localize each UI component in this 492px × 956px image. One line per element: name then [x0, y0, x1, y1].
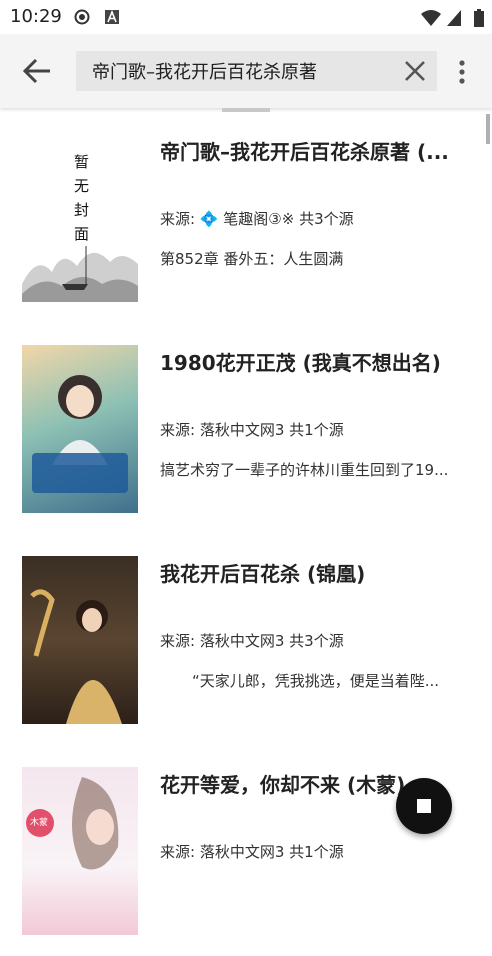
- list-item[interactable]: 暂无封面 帝门歌–我花开后百花杀原著 (... 来源: 💠 笔趣阁③※ 共3个源…: [0, 112, 486, 323]
- source-count: 共3个源: [289, 632, 344, 650]
- book-title: 我花开后百花杀 (锦凰): [160, 562, 366, 586]
- source-count: 共1个源: [289, 843, 344, 861]
- stop-icon: [417, 799, 431, 813]
- source-label: 来源:: [160, 210, 196, 228]
- search-input[interactable]: [92, 51, 392, 91]
- book-title: 1980花开正茂 (我真不想出名): [160, 351, 441, 375]
- source-label: 来源:: [160, 421, 196, 439]
- book-source: 来源: 落秋中文网3 共1个源: [160, 419, 344, 440]
- battery-icon: [474, 9, 484, 27]
- stop-button[interactable]: [396, 778, 452, 834]
- book-cover: 木蒙: [22, 767, 138, 935]
- status-time: 10:29: [10, 6, 62, 27]
- close-icon[interactable]: [403, 59, 427, 83]
- search-box: [76, 51, 437, 91]
- wifi-icon: [421, 10, 441, 26]
- source-name: 落秋中文网3: [199, 843, 285, 861]
- book-intro: “天家儿郎，凭我挑选，便是当着陛...: [192, 672, 440, 690]
- book-intro: 搞艺术穷了一辈子的许林川重生回到了19...: [160, 461, 449, 479]
- cover-art: [26, 777, 119, 870]
- book-cover: 暂无封面: [22, 134, 138, 302]
- signal-icon: [447, 10, 461, 26]
- book-title: 帝门歌–我花开后百花杀原著 (...: [160, 140, 449, 164]
- source-name: 💠 笔趣阁③※: [199, 210, 295, 228]
- source-label: 来源:: [160, 632, 196, 650]
- book-source: 来源: 落秋中文网3 共3个源: [160, 630, 344, 651]
- cover-art: [30, 589, 122, 724]
- list-item[interactable]: 木蒙 花开等爱，你却不来 (木蒙) 来源: 落秋中文网3 共1个源: [0, 745, 486, 956]
- cover-art: [32, 375, 128, 493]
- source-name: 落秋中文网3: [199, 421, 285, 439]
- book-cover: [22, 345, 138, 513]
- arrow-back-icon[interactable]: [20, 56, 54, 86]
- list-item[interactable]: 1980花开正茂 (我真不想出名) 来源: 落秋中文网3 共1个源 搞艺术穷了一…: [0, 323, 486, 534]
- scrollbar[interactable]: [486, 114, 490, 144]
- source-count: 共1个源: [289, 421, 344, 439]
- app-bar: [0, 34, 492, 108]
- more-vert-icon[interactable]: [450, 58, 474, 86]
- book-cover: [22, 556, 138, 724]
- book-latest: 第852章 番外五：人生圆满: [160, 250, 344, 268]
- source-label: 来源:: [160, 843, 196, 861]
- book-source: 来源: 💠 笔趣阁③※ 共3个源: [160, 208, 354, 229]
- source-count: 共3个源: [299, 210, 354, 228]
- source-name: 落秋中文网3: [199, 632, 285, 650]
- landscape-image: [22, 246, 138, 302]
- a-icon: [105, 9, 119, 24]
- record-icon: [74, 9, 90, 25]
- book-source: 来源: 落秋中文网3 共1个源: [160, 841, 344, 862]
- list-item[interactable]: 我花开后百花杀 (锦凰) 来源: 落秋中文网3 共3个源 “天家儿郎，凭我挑选，…: [0, 534, 486, 745]
- status-bar: 10:29: [0, 0, 492, 34]
- cover-author-tag: 木蒙: [30, 818, 49, 828]
